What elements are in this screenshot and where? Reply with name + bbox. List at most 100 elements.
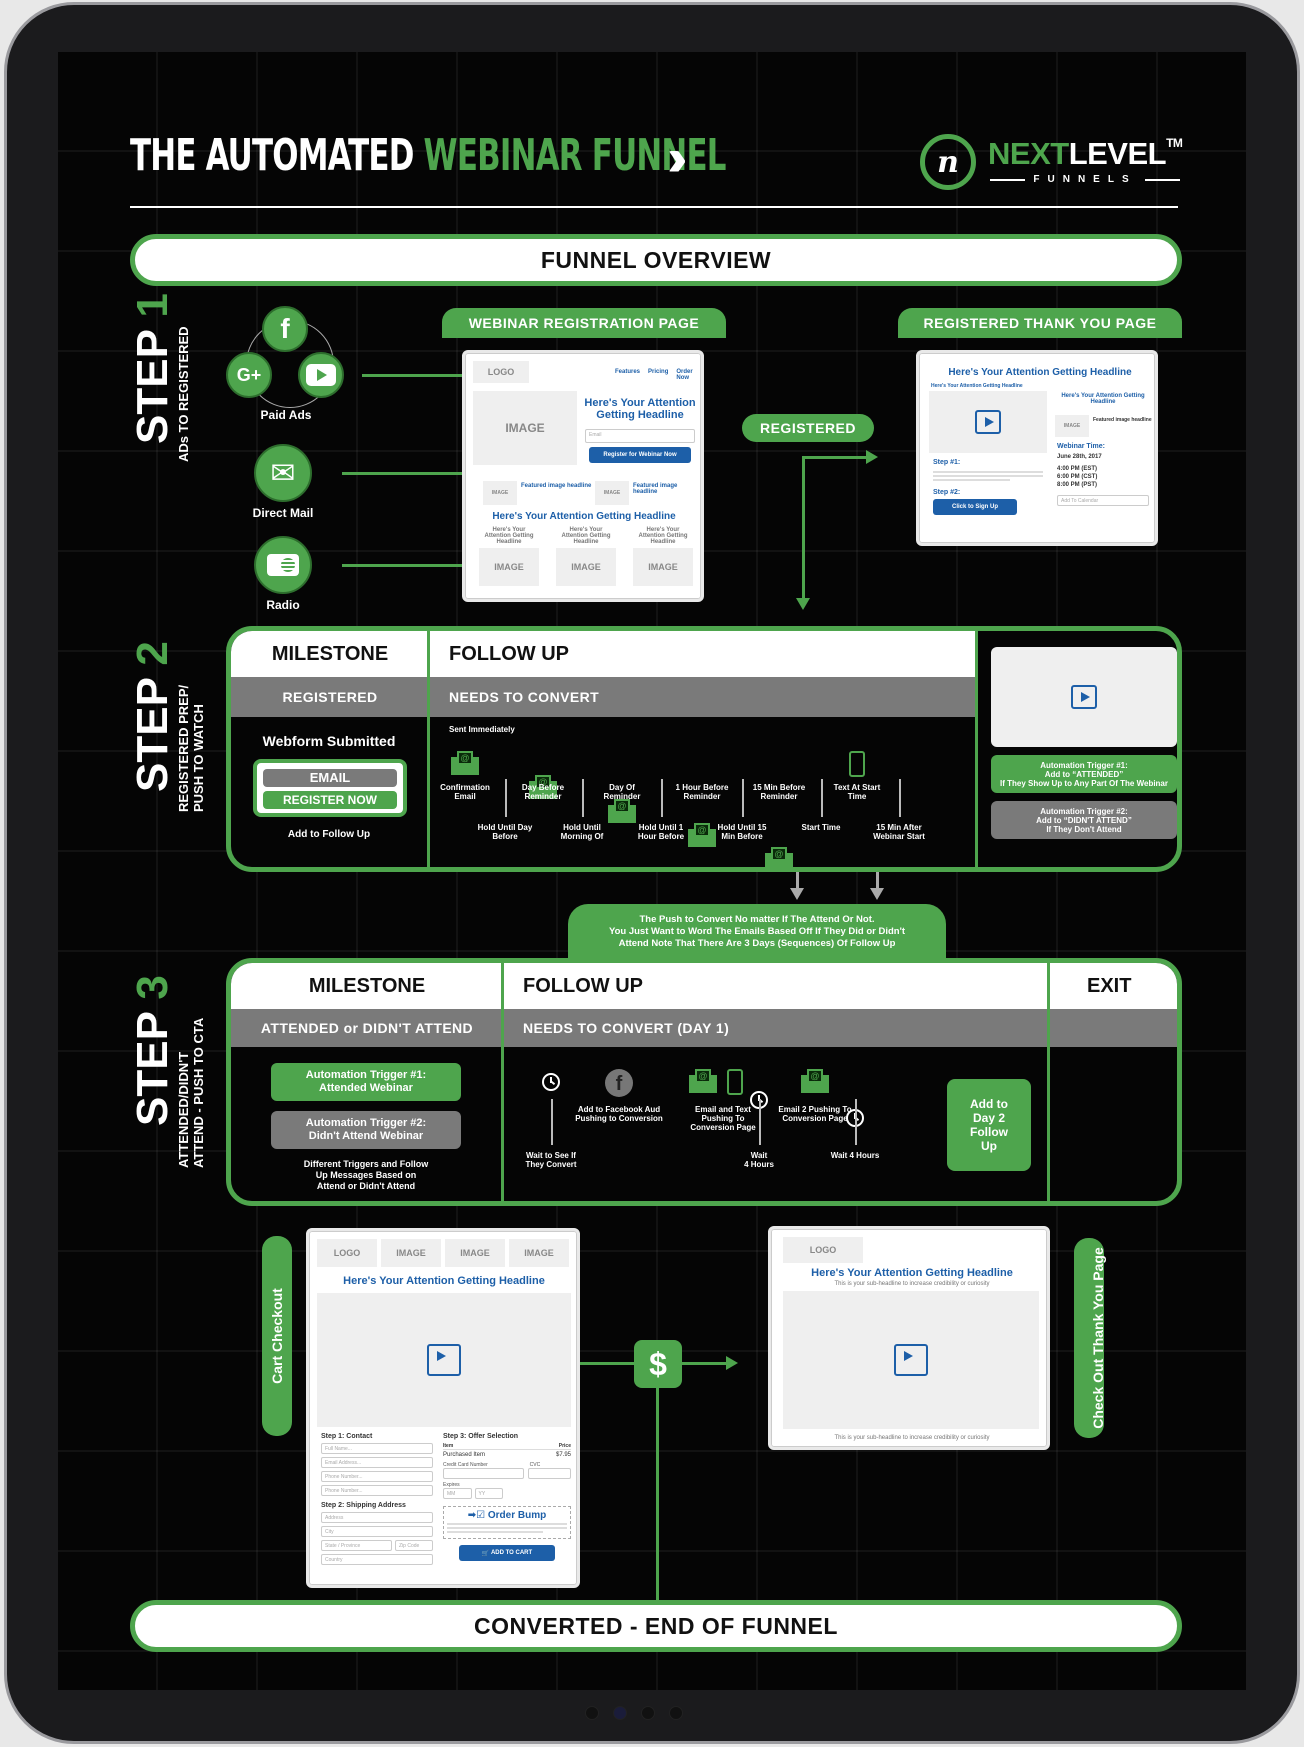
arrow-down (870, 872, 884, 900)
phone-input[interactable]: Phone Number... (321, 1471, 433, 1482)
dollar-icon: $ (634, 1340, 682, 1388)
timeline-step-label: 15 Min Before Reminder (752, 783, 806, 801)
add-to-day2-follow-up-button[interactable]: Add to Day 2 Follow Up (947, 1079, 1031, 1171)
full-name-input[interactable]: Full Name... (321, 1443, 433, 1454)
timeline-tick (551, 1099, 553, 1145)
video-icon[interactable] (427, 1344, 461, 1376)
webinar-video-mockup (991, 647, 1177, 747)
phone-icon (849, 751, 865, 777)
cvc-input[interactable] (528, 1468, 571, 1479)
time-option[interactable]: 8:00 PM (PST) (1057, 481, 1097, 489)
state-input[interactable]: State / Province (321, 1540, 392, 1551)
exit-line: Up (981, 1139, 997, 1153)
step2-milestone-status: REGISTERED (282, 689, 378, 705)
add-to-cart-button[interactable]: 🛒 ADD TO CART (459, 1545, 555, 1561)
end-of-funnel-label: CONVERTED - END OF FUNNEL (474, 1612, 838, 1639)
reg-headline: Here's Your Attention Getting Headline (584, 397, 696, 421)
registered-badge-label: REGISTERED (759, 420, 856, 436)
order-bump-box[interactable]: ➡☑ Order Bump (443, 1506, 571, 1539)
step3-offer-title: Step 3: Offer Selection (443, 1433, 519, 1440)
exit-line: Day 2 (972, 1111, 1006, 1125)
ty-final-headline: Here's Your Attention Getting Headline (811, 1267, 1013, 1279)
webform-email-field[interactable]: EMAIL (263, 769, 397, 787)
zip-input[interactable]: Zip Code (395, 1540, 433, 1551)
time-option[interactable]: 6:00 PM (CST) (1057, 473, 1097, 481)
arrow-radio (342, 558, 476, 572)
timeline-tick (855, 1099, 857, 1145)
month-select[interactable]: MM (443, 1488, 472, 1499)
step3-trigger-attended: Automation Trigger #1: Attended Webinar (271, 1063, 461, 1101)
direct-mail-label: Direct Mail (252, 506, 314, 520)
logo-wordmark: NEXTLEVELTM (988, 136, 1183, 172)
address-input[interactable]: Address (321, 1512, 433, 1523)
card-number-input[interactable] (443, 1468, 524, 1479)
reg-columns: Here's Your Attention Getting Headline IM… (479, 527, 693, 586)
click-to-sign-up-button[interactable]: Click to Sign Up (933, 499, 1017, 515)
featured-image-1: IMAGE (483, 481, 517, 505)
country-select[interactable]: Country (321, 1554, 433, 1565)
exit-line: Add to (970, 1097, 1008, 1111)
video-icon[interactable] (894, 1344, 928, 1376)
video-icon (975, 410, 1001, 434)
timeline-tick (821, 779, 823, 817)
item-price: $7.95 (555, 1452, 571, 1458)
trigger-line: Automation Trigger #1: (1040, 760, 1128, 770)
camera-cluster (585, 1706, 683, 1720)
email-input[interactable]: Email Address... (321, 1457, 433, 1468)
step2-trigger-attended: Automation Trigger #1: Add to “ATTENDED” I… (991, 755, 1177, 793)
phone-input[interactable]: Phone Number... (321, 1485, 433, 1496)
step2-trigger-didnt-attend: Automation Trigger #2: Add to “DIDN'T ATT… (991, 801, 1177, 839)
step2-subtitle: REGISTERED PREP/PUSH TO WATCH (176, 685, 206, 812)
logo-mark-icon: n (920, 134, 976, 190)
checkout-video (317, 1293, 571, 1427)
trigger-line: If They Show Up to Any Part Of The Webin… (999, 778, 1168, 788)
check-out-thank-you-label: Check Out Thank You Page (1074, 1238, 1106, 1438)
paid-ads-label: Paid Ads (260, 408, 312, 422)
nav-pricing[interactable]: Pricing (648, 369, 668, 381)
step2-followup-status: NEEDS TO CONVERT (449, 689, 600, 705)
reg-tab-label: WEBINAR REGISTRATION PAGE (468, 315, 700, 331)
city-input[interactable]: City (321, 1526, 433, 1537)
arrow-to-thankyou-final (682, 1356, 738, 1370)
ty-times: 4:00 PM (EST) 6:00 PM (CST) 8:00 PM (PST… (1057, 465, 1097, 489)
step3-exit-header: EXIT (1087, 974, 1132, 997)
phone-icon (727, 1069, 743, 1095)
google-plus-icon: G+ (226, 352, 272, 398)
push-to-convert-note: The Push to Convert No matter If The Att… (568, 904, 946, 960)
arrow-direct-mail (342, 466, 476, 480)
video-icon (1071, 685, 1097, 709)
step3-followup-header: FOLLOW UP (523, 974, 643, 997)
nav-order-now[interactable]: Order Now (676, 369, 701, 381)
offer-row[interactable]: Purchased Item $7.95 (443, 1452, 571, 1458)
ty-final-video (783, 1291, 1039, 1429)
step2-sub2: PUSH TO WATCH (191, 704, 206, 812)
item-name: Purchased Item (443, 1452, 486, 1458)
connector-checkout (580, 1362, 634, 1365)
page-title: THE AUTOMATED WEBINAR FUNNEL (130, 130, 726, 181)
offer-section: Step 3: Offer Selection Item Price Purcha… (443, 1433, 571, 1561)
add-to-calendar-button[interactable]: Add To Calendar (1057, 495, 1149, 506)
register-webinar-button[interactable]: Register for Webinar Now (589, 447, 691, 463)
order-bump-label: Order Bump (487, 1510, 547, 1521)
nav-features[interactable]: Features (615, 369, 640, 381)
timeline-tick (661, 779, 663, 817)
step2-timeline: @ Confirmation Email @ Day Before Reminder @… (429, 721, 975, 867)
register-now-button[interactable]: REGISTER NOW (263, 791, 397, 809)
col-image: IMAGE (556, 548, 616, 586)
ty-image: IMAGE (1055, 415, 1089, 437)
caption-line: Different Triggers and Follow (303, 1159, 429, 1169)
year-select[interactable]: YY (474, 1488, 503, 1499)
item-col: Item (443, 1443, 454, 1449)
note-line: Attend Note That There Are 3 Days (Seque… (618, 938, 896, 949)
funnel-overview-label: FUNNEL OVERVIEW (540, 246, 772, 273)
step3-sub1: ATTENDED/DIDN'T (176, 1051, 191, 1168)
step3-number: 3 (128, 975, 177, 1000)
trigger-line: Automation Trigger #2: (1040, 806, 1128, 816)
checkout-image: IMAGE (381, 1239, 441, 1267)
arrow-to-thankyou (802, 450, 878, 464)
email-icon: @ (451, 751, 479, 775)
time-option[interactable]: 4:00 PM (EST) (1057, 465, 1097, 473)
timeline-wait-label: Hold Until Day Before (477, 823, 533, 841)
offer-table-header: Item Price (443, 1443, 571, 1450)
reg-email-input[interactable]: Email (585, 429, 695, 443)
